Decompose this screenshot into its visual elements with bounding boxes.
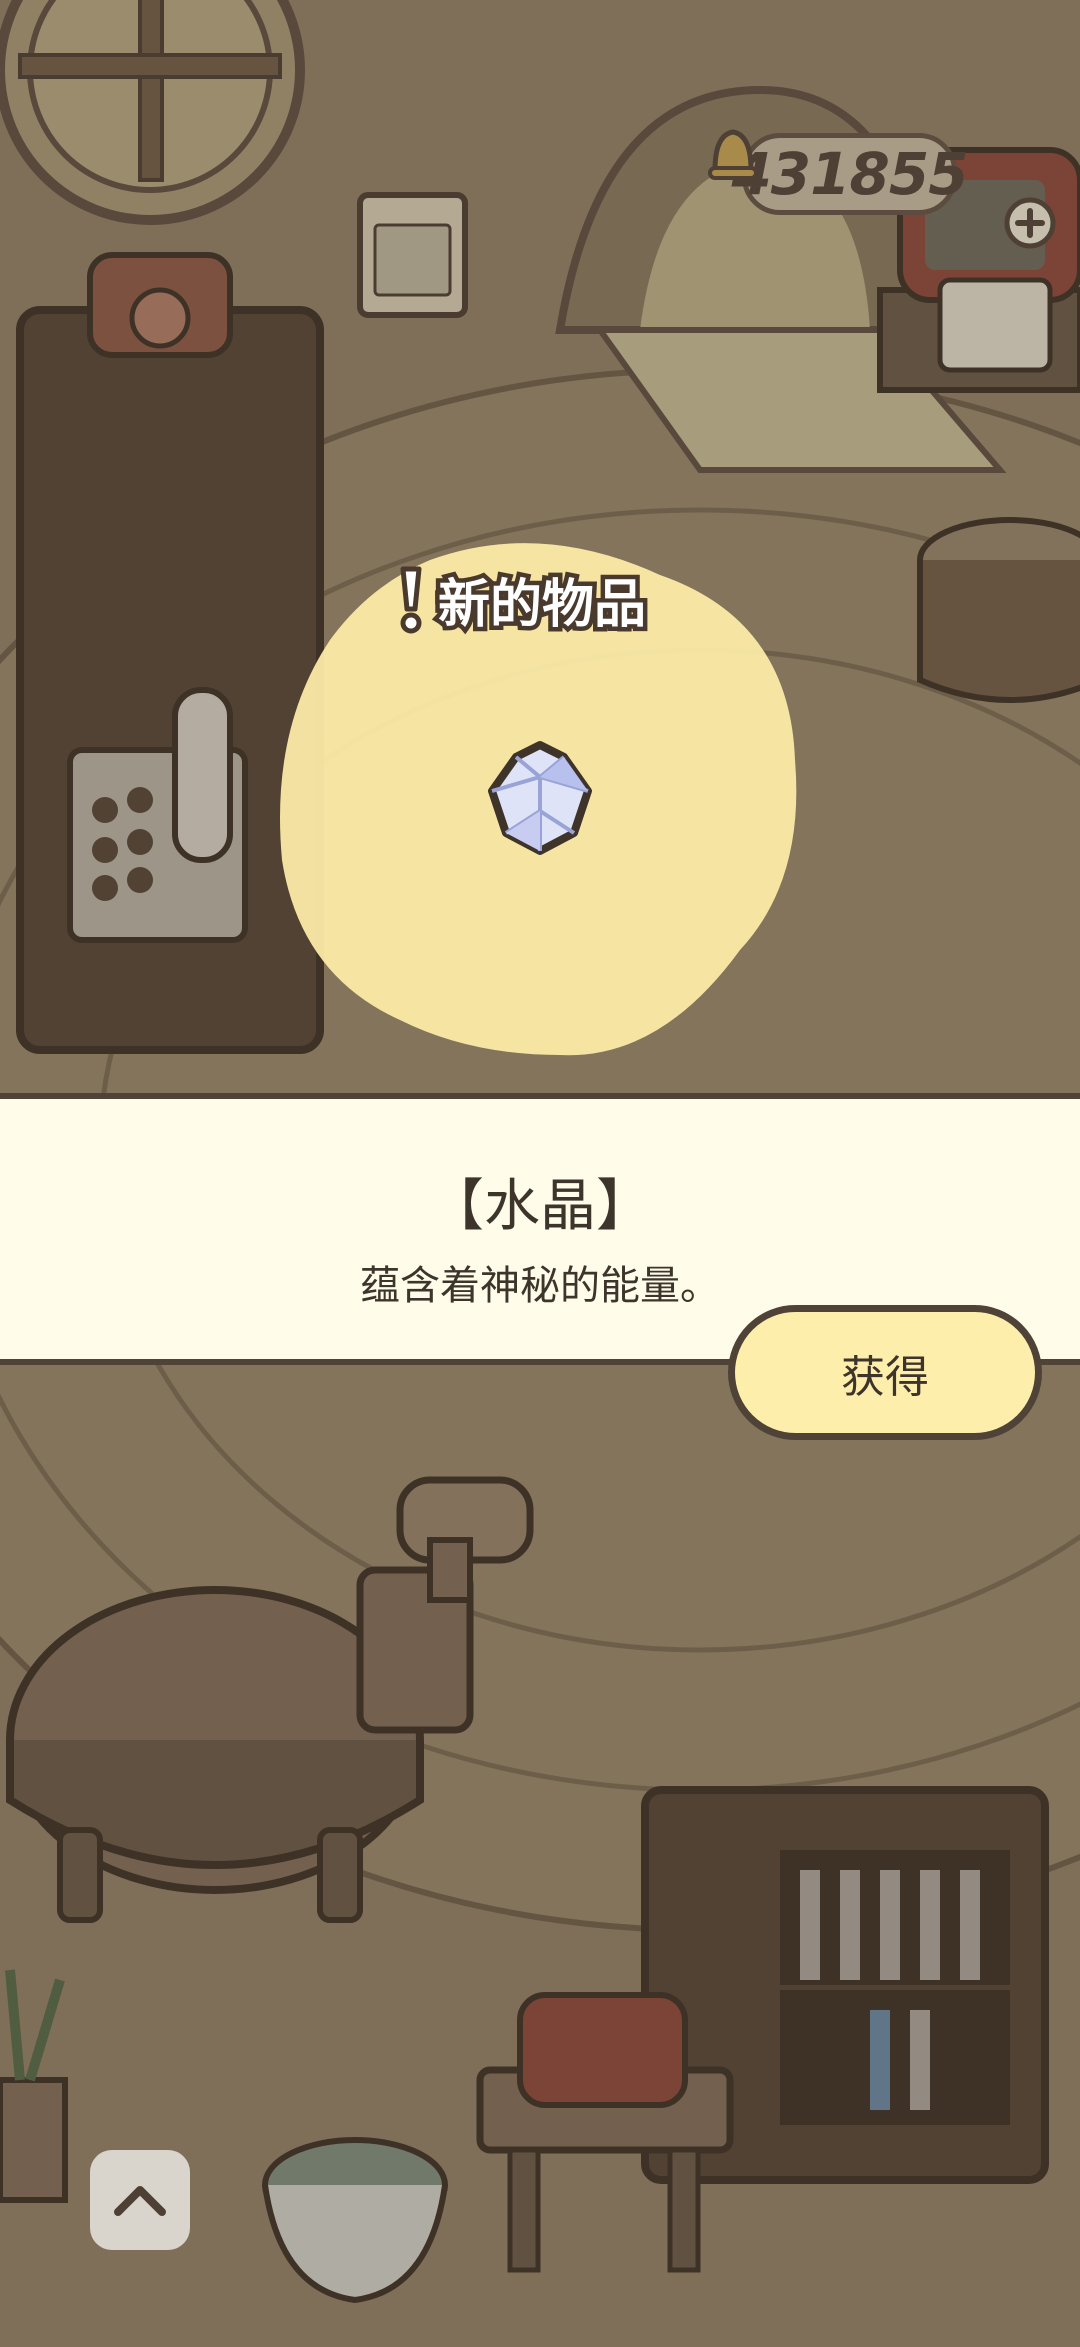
obtain-button[interactable]: 获得 <box>728 1305 1042 1440</box>
new-item-title: 新的物品 <box>433 570 650 639</box>
expand-menu-button[interactable] <box>90 2150 190 2250</box>
item-glow <box>280 543 797 1056</box>
new-item-header: 新的物品 <box>394 564 651 639</box>
obtain-button-label: 获得 <box>841 1351 929 1403</box>
chevron-up-icon <box>114 2186 166 2216</box>
item-description: 蕴含着神秘的能量。 <box>360 1263 720 1309</box>
crystal-icon <box>488 741 592 855</box>
exclamation-icon <box>400 566 422 634</box>
item-name: 【水晶】 <box>428 1174 652 1239</box>
